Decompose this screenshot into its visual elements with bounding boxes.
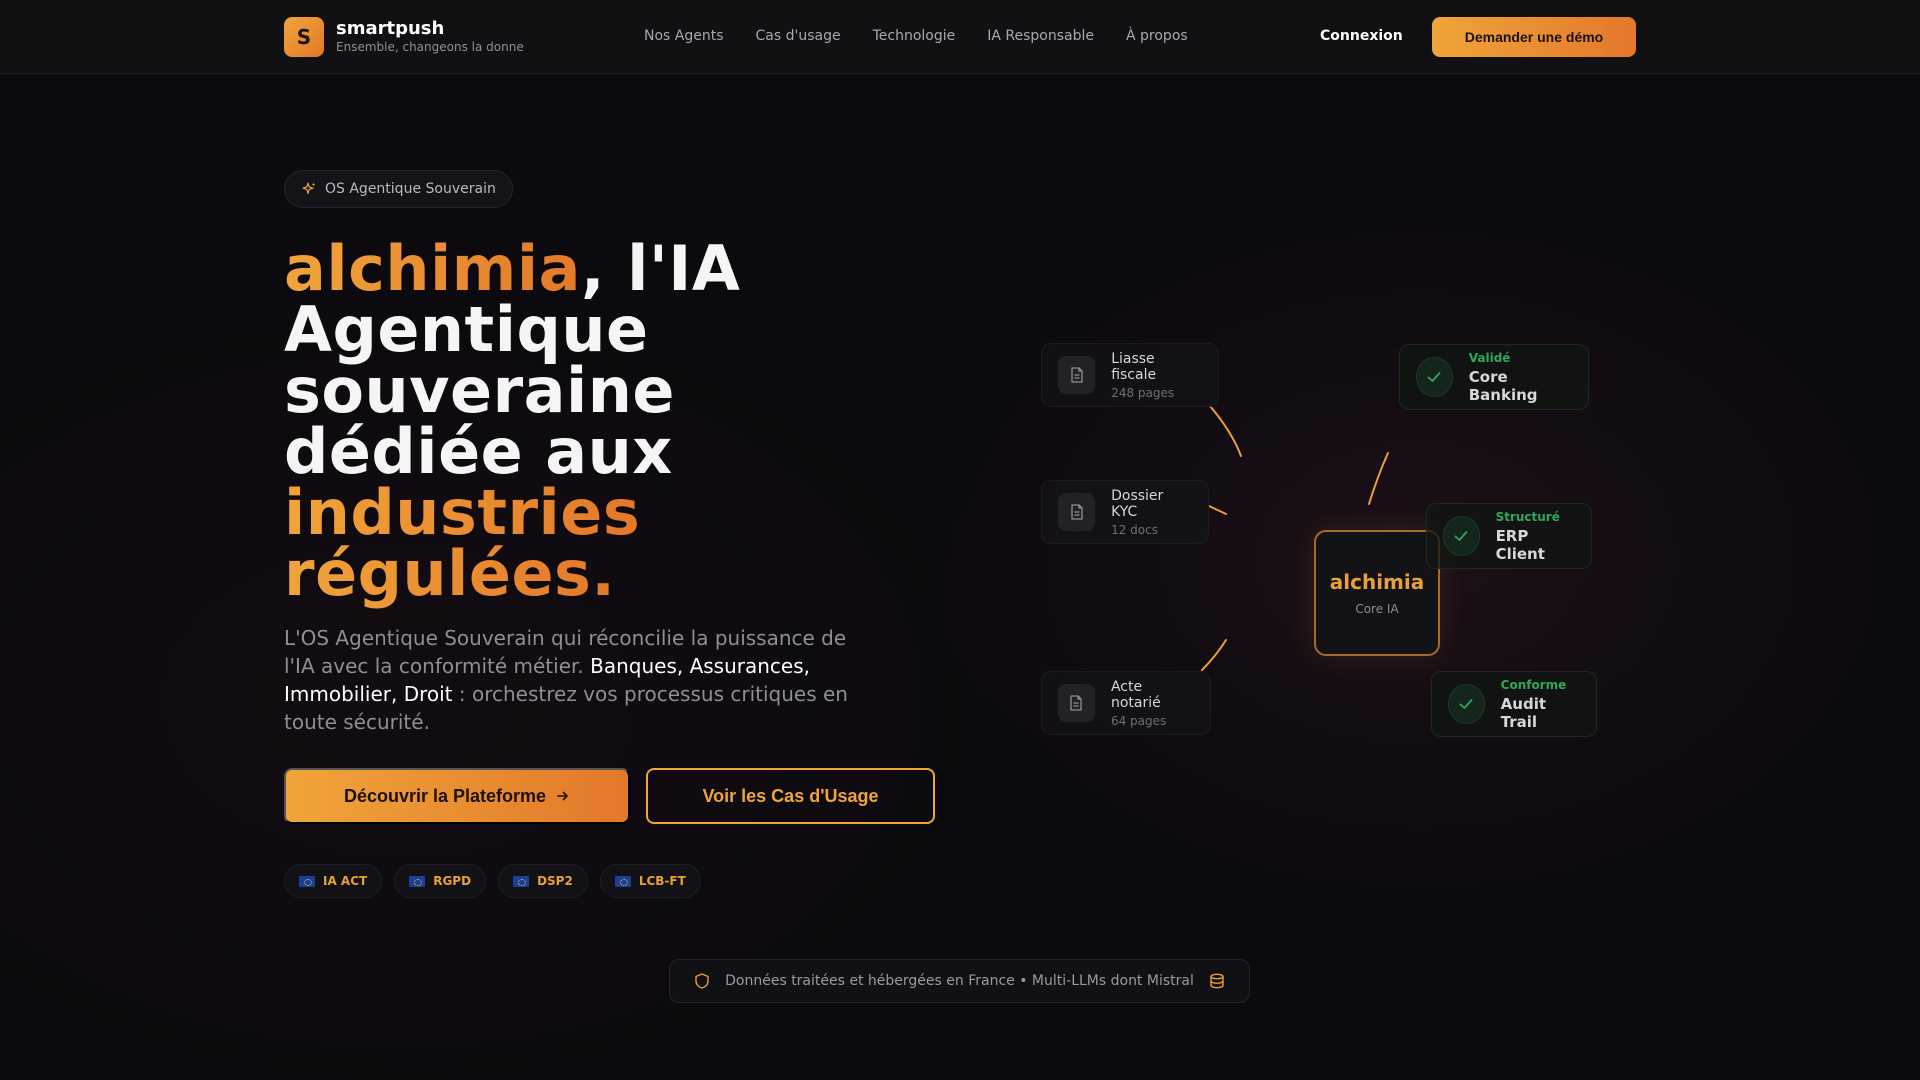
login-link[interactable]: Connexion — [1320, 28, 1403, 44]
compliance-label: LCB-FT — [638, 874, 686, 888]
shield-icon — [695, 973, 709, 989]
compliance-label: IA ACT — [323, 874, 368, 888]
eu-flag-icon — [614, 875, 631, 887]
nav-link-technology[interactable]: Technologie — [873, 28, 956, 44]
compliance-badge: DSP2 — [498, 864, 588, 898]
output-status: Validé — [1468, 350, 1511, 365]
brand-name[interactable]: smartpush — [336, 18, 444, 39]
top-navigation: S smartpush Ensemble, changeons la donne… — [0, 0, 1920, 74]
document-icon — [1058, 684, 1095, 722]
hero-badge: OS Agentique Souverain — [284, 170, 513, 208]
output-status: Conforme — [1500, 677, 1567, 692]
data-sovereignty-text: Données traitées et hébergées en France … — [725, 973, 1194, 989]
nav-link-use-cases[interactable]: Cas d'usage — [756, 28, 841, 44]
output-card-erp-client: Structuré ERP Client — [1426, 503, 1592, 569]
eu-flag-icon — [299, 875, 315, 887]
output-card-core-banking: Validé Core Banking — [1399, 344, 1589, 410]
compliance-label: DSP2 — [537, 874, 573, 888]
sparkles-icon — [302, 182, 316, 194]
nav-link-agents[interactable]: Nos Agents — [644, 28, 724, 44]
hero-title-accent: régulées. — [284, 537, 616, 610]
output-title: ERP Client — [1495, 526, 1545, 563]
compliance-badge: IA ACT — [284, 864, 383, 898]
hero-title: alchimia, l'IA Agentique souveraine dédi… — [284, 238, 984, 605]
core-ia-node: alchimia Core IA — [1314, 530, 1440, 656]
compliance-badge: LCB-FT — [599, 864, 701, 898]
output-title: Audit Trail — [1500, 694, 1547, 731]
compliance-badges: IA ACT RGPD DSP2 LCB-FT — [284, 864, 701, 898]
check-icon — [1416, 357, 1453, 397]
check-icon — [1448, 684, 1485, 724]
hero-lead: L'OS Agentique Souverain qui réconcilie … — [284, 624, 870, 736]
compliance-badge: RGPD — [394, 864, 487, 898]
core-subtitle: Core IA — [1355, 602, 1399, 616]
input-card-title: Dossier KYC — [1111, 487, 1164, 520]
compliance-label: RGPD — [433, 874, 472, 888]
input-card-notarial-deed: Acte notarié 64 pages — [1041, 671, 1211, 735]
request-demo-button[interactable]: Demander une démo — [1432, 17, 1636, 57]
discover-platform-label: Découvrir la Plateforme — [343, 785, 547, 806]
discover-platform-button[interactable]: Découvrir la Plateforme — [284, 768, 630, 824]
view-use-cases-button[interactable]: Voir les Cas d'Usage — [646, 768, 935, 824]
core-name: alchimia — [1329, 570, 1425, 594]
connector-line — [1209, 405, 1242, 457]
output-title: Core Banking — [1468, 367, 1538, 404]
input-card-subtitle: 64 pages — [1110, 713, 1167, 728]
output-card-audit-trail: Conforme Audit Trail — [1431, 671, 1597, 737]
data-sovereignty-banner: Données traitées et hébergées en France … — [669, 959, 1250, 1003]
nav-link-about[interactable]: À propos — [1126, 28, 1188, 44]
input-card-subtitle: 12 docs — [1111, 522, 1158, 537]
connector-line — [1208, 505, 1227, 515]
input-card-kyc: Dossier KYC 12 docs — [1041, 480, 1209, 544]
input-card-subtitle: 248 pages — [1111, 385, 1175, 400]
arrow-right-icon — [557, 791, 568, 801]
document-icon — [1058, 493, 1096, 531]
check-icon — [1443, 516, 1480, 556]
logo-letter: S — [296, 25, 312, 49]
connector-line — [1201, 639, 1227, 671]
input-card-title: Liasse fiscale — [1111, 350, 1157, 383]
eu-flag-icon — [409, 875, 426, 887]
hero-badge-label: OS Agentique Souverain — [325, 181, 496, 197]
input-card-title: Acte notarié — [1110, 678, 1161, 711]
output-status: Structuré — [1495, 509, 1560, 524]
nav-link-responsible-ai[interactable]: IA Responsable — [987, 28, 1094, 44]
nav-links: Nos Agents Cas d'usage Technologie IA Re… — [644, 28, 1188, 44]
database-icon — [1210, 973, 1224, 989]
document-icon — [1058, 356, 1096, 394]
brand-tagline: Ensemble, changeons la donne — [336, 40, 524, 54]
eu-flag-icon — [513, 875, 530, 887]
input-card-tax-return: Liasse fiscale 248 pages — [1041, 343, 1219, 407]
logo[interactable]: S — [284, 17, 324, 57]
connector-line — [1368, 452, 1389, 505]
